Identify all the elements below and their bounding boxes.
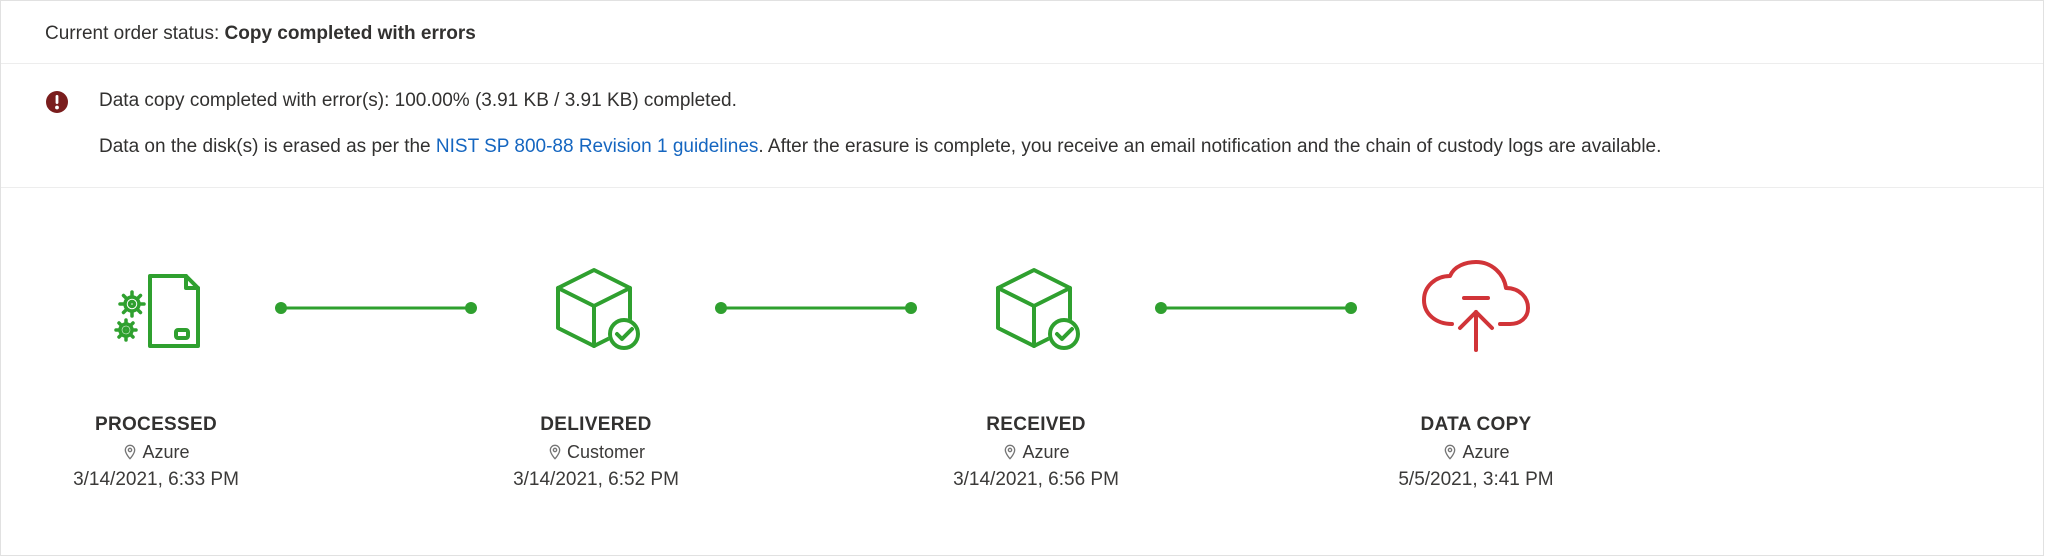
step-received: RECEIVED Azure 3/14/2021, 6:56 PM <box>951 258 1121 491</box>
step-delivered: DELIVERED Customer 3/14/2021, 6:52 PM <box>511 258 681 491</box>
step-connector <box>1121 258 1391 358</box>
step-timestamp: 3/14/2021, 6:33 PM <box>73 469 239 491</box>
status-value: Copy completed with errors <box>225 23 476 44</box>
nist-guidelines-link[interactable]: NIST SP 800-88 Revision 1 guidelines <box>436 136 759 157</box>
info-line-2: Data on the disk(s) is erased as per the… <box>99 132 1661 162</box>
server-gear-icon <box>106 258 206 358</box>
status-label: Current order status: <box>45 23 225 44</box>
step-title: RECEIVED <box>986 414 1086 436</box>
box-check-icon <box>986 258 1086 358</box>
step-location: Azure <box>122 442 189 463</box>
step-location: Azure <box>1442 442 1509 463</box>
step-timestamp: 3/14/2021, 6:52 PM <box>513 469 679 491</box>
box-check-icon <box>546 258 646 358</box>
cloud-upload-error-icon <box>1416 258 1536 358</box>
status-info-text: Data copy completed with error(s): 100.0… <box>99 86 1661 163</box>
error-icon <box>45 90 69 114</box>
pin-icon <box>547 444 563 460</box>
step-connector <box>241 258 511 358</box>
pin-icon <box>1442 444 1458 460</box>
step-data-copy: DATA COPY Azure 5/5/2021, 3:41 PM <box>1391 258 1561 491</box>
status-info-block: Data copy completed with error(s): 100.0… <box>1 64 2043 188</box>
info-line-1: Data copy completed with error(s): 100.0… <box>99 86 1661 116</box>
step-connector <box>681 258 951 358</box>
step-location: Customer <box>547 442 645 463</box>
step-processed: PROCESSED Azure 3/14/2021, 6:33 PM <box>71 258 241 491</box>
order-stepper: PROCESSED Azure 3/14/2021, 6:33 PM <box>1 188 2043 491</box>
step-timestamp: 3/14/2021, 6:56 PM <box>953 469 1119 491</box>
pin-icon <box>1002 444 1018 460</box>
order-status-panel: Current order status: Copy completed wit… <box>0 0 2044 556</box>
order-status-header: Current order status: Copy completed wit… <box>1 1 2043 64</box>
step-location: Azure <box>1002 442 1069 463</box>
pin-icon <box>122 444 138 460</box>
step-title: DELIVERED <box>540 414 651 436</box>
step-title: PROCESSED <box>95 414 217 436</box>
step-timestamp: 5/5/2021, 3:41 PM <box>1398 469 1553 491</box>
step-title: DATA COPY <box>1420 414 1531 436</box>
